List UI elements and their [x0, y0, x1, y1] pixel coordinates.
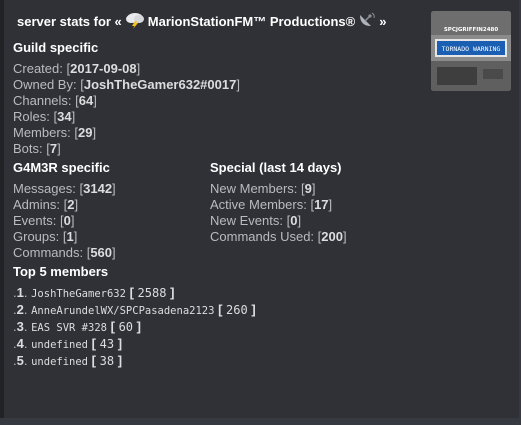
- active-members-row: Active Members: [17]: [210, 197, 333, 212]
- created-value: 2017-09-08: [70, 61, 137, 76]
- channels-row: Channels: [64]: [13, 93, 97, 108]
- rank-number: 1: [16, 285, 24, 300]
- author-suffix: »: [379, 14, 387, 29]
- roles-label: Roles:: [13, 109, 50, 124]
- list-item: .1. JoshTheGamer632 [ 2588 ]: [13, 285, 175, 300]
- new-events-row: New Events: [0]: [210, 213, 302, 228]
- commands-label: Commands:: [13, 245, 84, 260]
- events-row: Events: [0]: [13, 213, 75, 228]
- member-name: JoshTheGamer632: [31, 288, 126, 300]
- channels-label: Channels:: [13, 93, 72, 108]
- member-score: 60: [118, 320, 134, 334]
- author-prefix: server stats for «: [17, 14, 122, 29]
- members-label: Members:: [13, 125, 71, 140]
- server-thumbnail[interactable]: TORNADO WARNING SPCJGRIFFIN2480: [431, 11, 511, 91]
- created-row: Created: [2017-09-08]: [13, 61, 141, 76]
- server-name: MarionStationFM™ Productions®: [147, 14, 356, 29]
- list-item: .5. undefined [ 38 ]: [13, 353, 123, 368]
- member-score: 2588: [137, 286, 167, 300]
- commands-row: Commands: [560]: [13, 245, 116, 260]
- owner-label: Owned By:: [13, 77, 77, 92]
- members-value: 29: [78, 125, 93, 140]
- cloud-lightning-icon: [124, 11, 146, 32]
- rank-number: 3: [16, 319, 24, 334]
- commands-used-label: Commands Used:: [210, 229, 315, 244]
- member-score: 260: [226, 303, 248, 317]
- list-item: .4. undefined [ 43 ]: [13, 336, 123, 351]
- groups-row: Groups: [1]: [13, 229, 78, 244]
- messages-label: Messages:: [13, 181, 76, 196]
- special-title: Special (last 14 days): [210, 160, 342, 175]
- top5-title: Top 5 members: [13, 264, 109, 279]
- roles-value: 34: [57, 109, 72, 124]
- new-events-label: New Events:: [210, 213, 283, 228]
- satellite-dish-icon: [357, 11, 377, 32]
- rank-number: 5: [16, 353, 24, 368]
- commands-value: 560: [90, 245, 113, 260]
- top5-list: .1. JoshTheGamer632 [ 2588 ] .2. AnneAru…: [13, 285, 256, 370]
- g4m3r-values: Messages: [3142] Admins: [2] Events: [0]…: [13, 181, 116, 261]
- guild-values: Created: [2017-09-08] Owned By: [JoshThe…: [13, 61, 240, 157]
- g4m3r-title: G4M3R specific: [13, 160, 110, 175]
- owner-value: JoshTheGamer632#0017: [83, 77, 237, 92]
- thumbnail-watermark: SPCJGRIFFIN2480: [444, 27, 499, 33]
- member-name: AnneArundelWX/SPCPasadena2123: [31, 305, 215, 317]
- rank-number: 4: [16, 336, 24, 351]
- thumbnail-banner-text: TORNADO WARNING: [442, 45, 501, 53]
- guild-title: Guild specific: [13, 40, 99, 55]
- tornado-warning-image: TORNADO WARNING SPCJGRIFFIN2480: [431, 11, 511, 91]
- bots-label: Bots:: [13, 141, 43, 156]
- new-members-label: New Members:: [210, 181, 298, 196]
- commands-used-row: Commands Used: [200]: [210, 229, 347, 244]
- messages-row: Messages: [3142]: [13, 181, 116, 196]
- members-row: Members: [29]: [13, 125, 97, 140]
- special-values: New Members: [9] Active Members: [17] Ne…: [210, 181, 347, 245]
- new-members-row: New Members: [9]: [210, 181, 316, 196]
- roles-row: Roles: [34]: [13, 109, 76, 124]
- new-members-value: 9: [304, 181, 312, 196]
- channels-value: 64: [78, 93, 94, 108]
- active-members-label: Active Members:: [210, 197, 307, 212]
- admins-row: Admins: [2]: [13, 197, 79, 212]
- embed-author: server stats for « MarionStationFM™ Prod…: [17, 11, 386, 32]
- member-name: undefined: [31, 356, 89, 368]
- member-name: undefined: [31, 339, 89, 351]
- member-score: 43: [99, 337, 115, 351]
- server-stats-embed: server stats for « MarionStationFM™ Prod…: [0, 0, 519, 418]
- admins-label: Admins:: [13, 197, 60, 212]
- commands-used-value: 200: [321, 229, 343, 244]
- list-item: .3. EAS SVR #328 [ 60 ]: [13, 319, 141, 334]
- bots-row: Bots: [7]: [13, 141, 61, 156]
- events-value: 0: [63, 213, 71, 228]
- messages-value: 3142: [83, 181, 113, 196]
- active-members-value: 17: [314, 197, 329, 212]
- groups-label: Groups:: [13, 229, 60, 244]
- created-label: Created:: [13, 61, 63, 76]
- groups-value: 1: [66, 229, 74, 244]
- member-name: EAS SVR #328: [31, 322, 107, 334]
- events-label: Events:: [13, 213, 57, 228]
- rank-number: 2: [16, 302, 24, 317]
- owner-row: Owned By: [JoshTheGamer632#0017]: [13, 77, 240, 92]
- member-score: 38: [99, 354, 115, 368]
- list-item: .2. AnneArundelWX/SPCPasadena2123 [ 260 …: [13, 302, 256, 317]
